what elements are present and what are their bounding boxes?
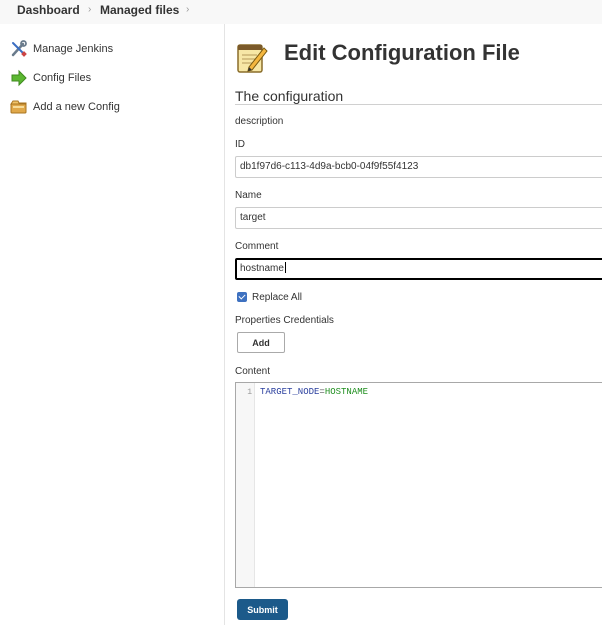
sidebar: Manage Jenkins Config Files Add a new Co… xyxy=(0,24,225,625)
sidebar-item-config-files[interactable]: Config Files xyxy=(10,68,91,88)
sidebar-item-label: Manage Jenkins xyxy=(33,43,114,55)
breadcrumb-separator-icon: › xyxy=(88,4,92,15)
sidebar-item-add-new-config[interactable]: Add a new Config xyxy=(10,97,120,117)
id-field[interactable]: db1f97d6-c113-4d9a-bcb0-04f9f55f4123 xyxy=(235,156,602,178)
comment-value: hostname xyxy=(240,263,284,274)
breadcrumb-separator-icon: › xyxy=(186,4,190,15)
text-caret xyxy=(284,262,286,273)
submit-button[interactable]: Submit xyxy=(237,599,288,620)
line-number: 1 xyxy=(247,388,252,397)
content-editor[interactable]: 1 TARGET_NODE=HOSTNAME xyxy=(235,382,602,588)
comment-label: Comment xyxy=(235,241,279,252)
code-value: HOSTNAME xyxy=(324,387,369,397)
notepad-pencil-icon xyxy=(235,40,269,74)
sidebar-item-manage-jenkins[interactable]: Manage Jenkins xyxy=(10,39,113,59)
description-label: description xyxy=(235,116,284,127)
section-title: The configuration xyxy=(235,88,344,104)
sidebar-item-label: Add a new Config xyxy=(33,101,120,113)
code-line: TARGET_NODE=HOSTNAME xyxy=(260,387,368,397)
folder-add-icon xyxy=(10,98,28,116)
section-divider xyxy=(235,104,602,105)
wrench-screwdriver-icon xyxy=(10,40,28,58)
breadcrumb-managed-files[interactable]: Managed files xyxy=(100,3,179,17)
replace-all-checkbox[interactable] xyxy=(237,292,247,302)
green-arrow-icon xyxy=(10,69,28,87)
editor-gutter: 1 xyxy=(236,383,255,587)
content-label: Content xyxy=(235,366,271,377)
code-key: TARGET_NODE xyxy=(260,387,320,397)
properties-credentials-label: Properties Credentials xyxy=(235,315,334,326)
comment-field[interactable]: hostname xyxy=(235,258,602,280)
replace-all-label[interactable]: Replace All xyxy=(252,292,302,303)
name-label: Name xyxy=(235,190,262,201)
name-field[interactable]: target xyxy=(235,207,602,229)
breadcrumb-dashboard[interactable]: Dashboard xyxy=(17,3,80,17)
main-content: Edit Configuration File The configuratio… xyxy=(235,24,602,625)
add-credentials-button[interactable]: Add xyxy=(237,332,285,353)
id-label: ID xyxy=(235,139,245,150)
page-title: Edit Configuration File xyxy=(284,40,520,65)
sidebar-item-label: Config Files xyxy=(33,72,92,84)
breadcrumb: Dashboard › Managed files › xyxy=(0,0,602,24)
